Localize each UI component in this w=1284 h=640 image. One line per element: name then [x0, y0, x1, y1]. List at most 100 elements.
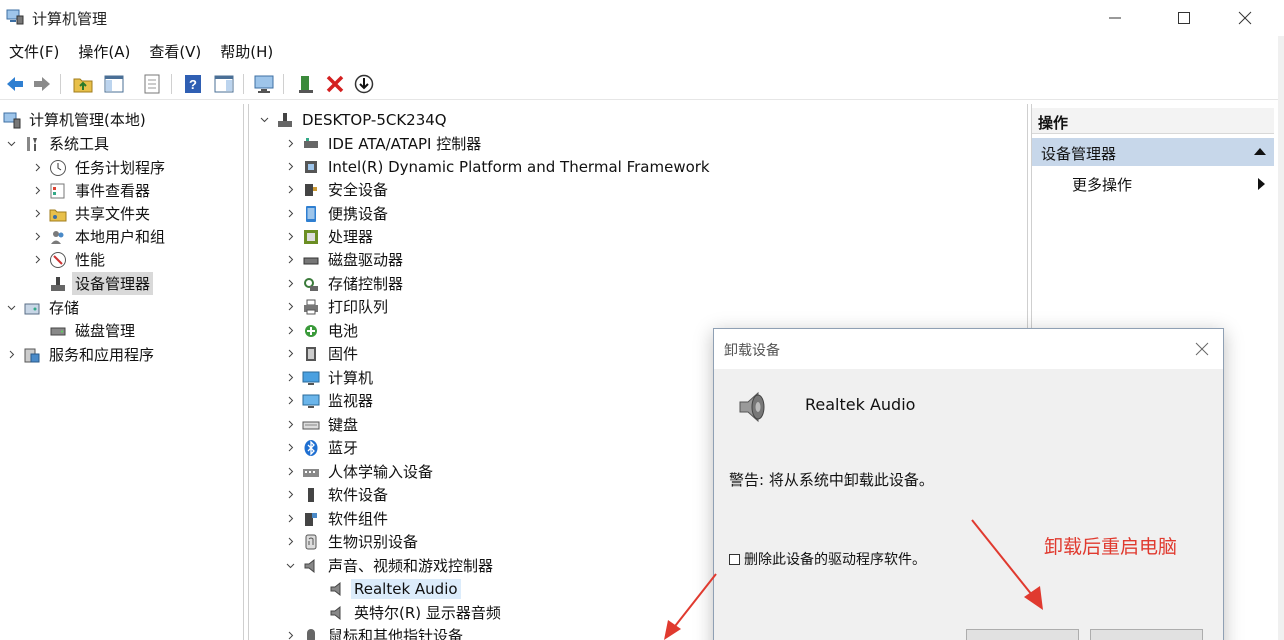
- toolbar-separator: [283, 74, 284, 94]
- minimize-button[interactable]: [1092, 4, 1138, 32]
- chevron-right-icon[interactable]: [283, 512, 297, 526]
- device-category[interactable]: Intel(R) Dynamic Platform and Thermal Fr…: [283, 155, 713, 178]
- device-category[interactable]: 处理器: [283, 225, 376, 248]
- disk-drive-icon: [301, 250, 321, 270]
- chevron-right-icon[interactable]: [283, 324, 297, 338]
- tree-node-services-apps[interactable]: 服务和应用程序: [4, 343, 157, 366]
- show-hide-tree-button[interactable]: [101, 71, 127, 97]
- dialog-close-button[interactable]: [1191, 338, 1213, 360]
- performance-icon: [48, 250, 68, 270]
- chevron-right-icon[interactable]: [283, 207, 297, 221]
- show-hide-tree-icon: [104, 75, 124, 93]
- device-category[interactable]: 软件组件: [283, 507, 391, 530]
- chevron-down-icon[interactable]: [4, 137, 18, 151]
- chevron-right-icon[interactable]: [30, 253, 44, 267]
- chevron-right-icon[interactable]: [4, 348, 18, 362]
- chevron-right-icon[interactable]: [283, 629, 297, 640]
- category-label: 电池: [328, 322, 359, 340]
- chevron-right-icon[interactable]: [283, 230, 297, 244]
- device-category[interactable]: 声音、视频和游戏控制器: [283, 554, 496, 577]
- chevron-right-icon[interactable]: [283, 183, 297, 197]
- chevron-right-icon[interactable]: [283, 535, 297, 549]
- enable-device-button[interactable]: [293, 71, 319, 97]
- delete-driver-checkbox[interactable]: [729, 553, 740, 565]
- chevron-down-icon[interactable]: [257, 113, 271, 127]
- device-category[interactable]: 固件: [283, 342, 361, 365]
- chevron-right-icon[interactable]: [283, 488, 297, 502]
- uninstall-device-button[interactable]: [322, 71, 348, 97]
- device-category[interactable]: 软件设备: [283, 483, 391, 506]
- device-computer-node[interactable]: DESKTOP-5CK234Q: [257, 108, 450, 131]
- scan-hardware-button[interactable]: [251, 71, 277, 97]
- dialog-title: 卸载设备: [724, 343, 780, 359]
- back-button[interactable]: [2, 71, 28, 97]
- device-realtek-audio[interactable]: Realtek Audio: [327, 577, 461, 600]
- up-one-level-button[interactable]: [70, 71, 96, 97]
- tree-node-storage[interactable]: 存储: [4, 296, 82, 319]
- monitor-icon: [301, 391, 321, 411]
- device-category[interactable]: 磁盘驱动器: [283, 248, 406, 271]
- tree-node-local-users[interactable]: 本地用户和组: [30, 225, 168, 248]
- chevron-right-icon[interactable]: [283, 441, 297, 455]
- window-scrollbar[interactable]: [1278, 36, 1284, 640]
- chevron-right-icon[interactable]: [30, 230, 44, 244]
- portable-device-icon: [301, 204, 321, 224]
- chevron-right-icon[interactable]: [30, 184, 44, 198]
- device-category[interactable]: 计算机: [283, 366, 376, 389]
- device-category[interactable]: 打印队列: [283, 295, 391, 318]
- chevron-right-icon[interactable]: [283, 394, 297, 408]
- show-action-pane-button[interactable]: [211, 71, 237, 97]
- device-category[interactable]: 安全设备: [283, 178, 391, 201]
- tree-node-system-tools[interactable]: 系统工具: [4, 132, 112, 155]
- device-category[interactable]: 存储控制器: [283, 272, 406, 295]
- device-category[interactable]: 生物识别设备: [283, 530, 421, 553]
- tree-node-shared-folders[interactable]: 共享文件夹: [30, 202, 153, 225]
- tree-node-event-viewer[interactable]: 事件查看器: [30, 179, 153, 202]
- device-category[interactable]: 键盘: [283, 413, 361, 436]
- device-category[interactable]: 蓝牙: [283, 436, 361, 459]
- properties-button[interactable]: [139, 71, 165, 97]
- chevron-right-icon[interactable]: [283, 371, 297, 385]
- delete-driver-option[interactable]: 删除此设备的驱动程序软件。: [729, 549, 926, 569]
- device-category[interactable]: 电池: [283, 319, 361, 342]
- chevron-right-icon[interactable]: [283, 160, 297, 174]
- chevron-right-icon[interactable]: [283, 347, 297, 361]
- collapse-up-icon[interactable]: [1254, 148, 1266, 155]
- device-category[interactable]: 鼠标和其他指针设备: [283, 624, 466, 640]
- chevron-right-icon[interactable]: [283, 465, 297, 479]
- menu-view[interactable]: 查看(V): [140, 38, 211, 66]
- uninstall-button[interactable]: [966, 629, 1079, 640]
- tree-node-task-scheduler[interactable]: 任务计划程序: [30, 156, 168, 179]
- update-driver-button[interactable]: [351, 71, 377, 97]
- menu-file[interactable]: 文件(F): [0, 38, 69, 66]
- tree-node-performance[interactable]: 性能: [30, 248, 108, 271]
- device-category[interactable]: 监视器: [283, 389, 376, 412]
- forward-button[interactable]: [29, 71, 55, 97]
- device-intel-display-audio[interactable]: 英特尔(R) 显示器音频: [327, 601, 504, 624]
- tree-node-root[interactable]: 计算机管理(本地): [2, 108, 149, 131]
- category-label: 处理器: [328, 228, 374, 246]
- device-category[interactable]: 人体学输入设备: [283, 460, 436, 483]
- chevron-down-icon[interactable]: [283, 559, 297, 573]
- more-actions-link[interactable]: 更多操作: [1072, 174, 1132, 195]
- chevron-right-icon[interactable]: [283, 277, 297, 291]
- cancel-button[interactable]: [1090, 629, 1203, 640]
- menu-action[interactable]: 操作(A): [69, 38, 140, 66]
- help-button[interactable]: ?: [180, 71, 206, 97]
- menu-help[interactable]: 帮助(H): [211, 38, 283, 66]
- close-button[interactable]: [1222, 4, 1268, 32]
- submenu-arrow-icon[interactable]: [1258, 178, 1265, 190]
- chevron-right-icon[interactable]: [283, 137, 297, 151]
- chevron-right-icon[interactable]: [30, 207, 44, 221]
- device-category[interactable]: IDE ATA/ATAPI 控制器: [283, 132, 484, 155]
- chevron-right-icon[interactable]: [283, 300, 297, 314]
- maximize-button[interactable]: [1161, 4, 1207, 32]
- action-section-device-manager[interactable]: 设备管理器: [1032, 138, 1274, 166]
- chevron-down-icon[interactable]: [4, 301, 18, 315]
- chevron-right-icon[interactable]: [283, 253, 297, 267]
- tree-node-disk-management[interactable]: 磁盘管理: [48, 319, 138, 342]
- device-category[interactable]: 便携设备: [283, 202, 391, 225]
- chevron-right-icon[interactable]: [30, 161, 44, 175]
- tree-node-device-manager[interactable]: 设备管理器: [48, 272, 154, 295]
- chevron-right-icon[interactable]: [283, 418, 297, 432]
